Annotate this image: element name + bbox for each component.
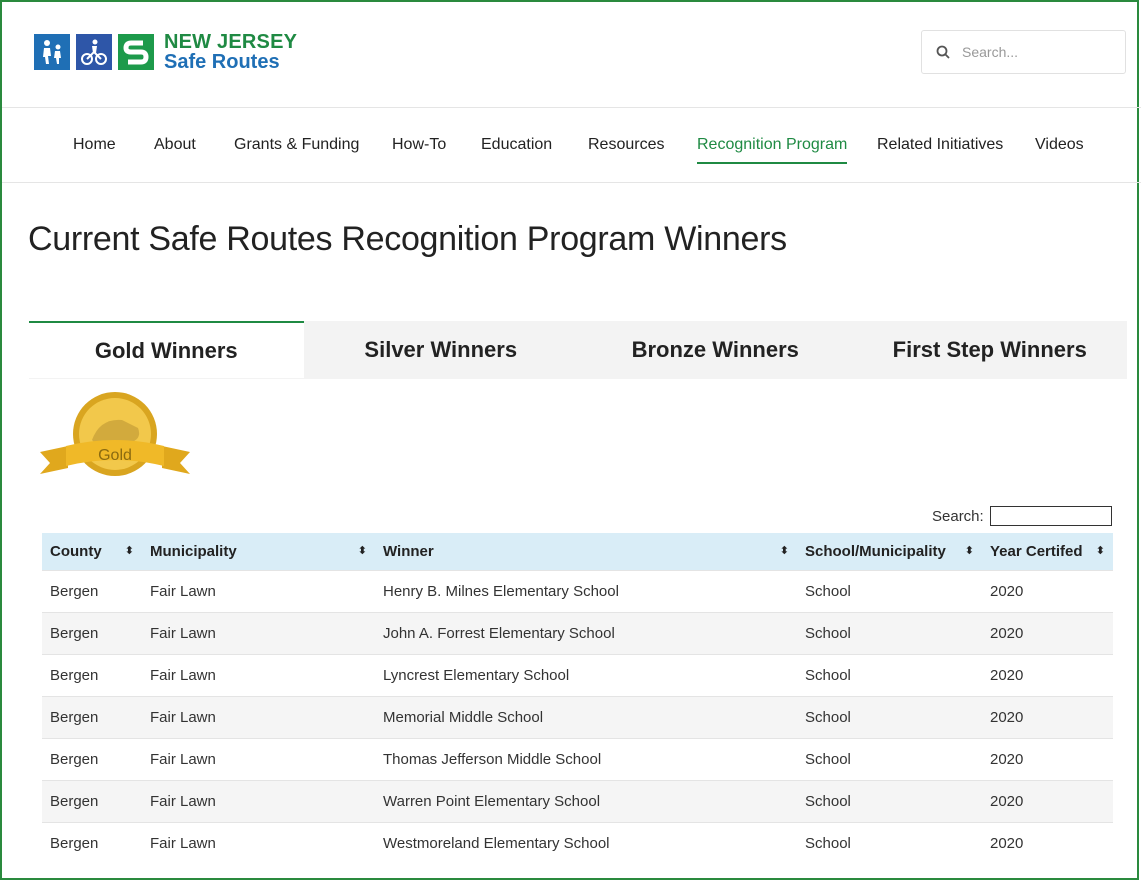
sort-icon: ⬍: [1095, 545, 1105, 557]
sort-icon: ⬍: [964, 545, 974, 557]
table-cell: Bergen: [42, 654, 142, 697]
page-title: Current Safe Routes Recognition Program …: [28, 220, 787, 258]
site-search[interactable]: [921, 30, 1126, 74]
table-cell: Henry B. Milnes Elementary School: [375, 570, 797, 613]
gold-medal-badge: Gold: [40, 390, 190, 490]
table-cell: Bergen: [42, 738, 142, 781]
sort-icon: ⬍: [357, 545, 367, 557]
table-cell: 2020: [982, 654, 1113, 697]
winner-tabs: Gold Winners Silver Winners Bronze Winne…: [29, 321, 1127, 379]
nav-education[interactable]: Education: [481, 136, 552, 154]
nav-recognition-program[interactable]: Recognition Program: [697, 136, 848, 164]
tab-bronze-winners[interactable]: Bronze Winners: [578, 321, 853, 379]
col-year-certified[interactable]: Year Certifed ⬍: [982, 533, 1113, 571]
table-row: Bergen Fair Lawn Memorial Middle School Sch…: [42, 696, 1113, 739]
table-search: Search:: [932, 506, 1112, 526]
table-cell: School: [797, 570, 982, 613]
table-cell: 2020: [982, 570, 1113, 613]
table-cell: Fair Lawn: [142, 738, 375, 781]
table-row: Bergen Fair Lawn Henry B. Milnes Elementar…: [42, 570, 1113, 613]
table-cell: Fair Lawn: [142, 570, 375, 613]
winners-table: County ⬍ Municipality ⬍ Winner ⬍ School/Mun…: [42, 533, 1113, 864]
table-cell: 2020: [982, 780, 1113, 823]
table-cell: Fair Lawn: [142, 654, 375, 697]
table-row: Bergen Fair Lawn Lyncrest Elementary Schoo…: [42, 654, 1113, 697]
table-header-row: County ⬍ Municipality ⬍ Winner ⬍ School/Mun…: [42, 533, 1113, 571]
safe-routes-s-icon: [118, 34, 154, 70]
main-nav: Home About Grants & Funding How-To Educa…: [2, 108, 1141, 183]
table-cell: 2020: [982, 612, 1113, 655]
col-school-municipality[interactable]: School/Municipality ⬍: [797, 533, 982, 571]
table-cell: Fair Lawn: [142, 612, 375, 655]
brand-line-1: NEW JERSEY: [164, 31, 298, 53]
table-row: Bergen Fair Lawn Thomas Jefferson Middle S…: [42, 738, 1113, 781]
table-search-label: Search:: [932, 507, 984, 525]
medal-label: Gold: [98, 447, 132, 464]
tab-first-step-winners[interactable]: First Step Winners: [852, 321, 1127, 379]
table-cell: Bergen: [42, 570, 142, 613]
table-cell: Lyncrest Elementary School: [375, 654, 797, 697]
table-cell: School: [797, 612, 982, 655]
table-cell: Thomas Jefferson Middle School: [375, 738, 797, 781]
col-municipality[interactable]: Municipality ⬍: [142, 533, 375, 571]
page-frame: NEW JERSEY Safe Routes Home About Grants…: [0, 0, 1141, 880]
table-cell: School: [797, 738, 982, 781]
nav-how-to[interactable]: How-To: [392, 136, 446, 154]
pedestrian-icon: [34, 34, 70, 70]
col-county[interactable]: County ⬍: [42, 533, 142, 571]
table-cell: School: [797, 696, 982, 739]
nav-grants-funding[interactable]: Grants & Funding: [234, 136, 359, 154]
site-header: NEW JERSEY Safe Routes: [2, 2, 1141, 108]
table-cell: Bergen: [42, 822, 142, 864]
table-cell: School: [797, 654, 982, 697]
table-cell: Fair Lawn: [142, 822, 375, 864]
tab-silver-winners[interactable]: Silver Winners: [303, 321, 578, 379]
table-cell: Warren Point Elementary School: [375, 780, 797, 823]
nav-about[interactable]: About: [154, 136, 196, 154]
search-icon: [936, 45, 950, 59]
table-cell: John A. Forrest Elementary School: [375, 612, 797, 655]
table-cell: 2020: [982, 696, 1113, 739]
nav-related-initiatives[interactable]: Related Initiatives: [877, 136, 1003, 154]
table-cell: Bergen: [42, 696, 142, 739]
table-cell: School: [797, 822, 982, 864]
brand-line-2: Safe Routes: [164, 51, 280, 73]
tab-gold-winners[interactable]: Gold Winners: [29, 321, 304, 379]
table-cell: Fair Lawn: [142, 696, 375, 739]
sort-icon: ⬍: [124, 545, 134, 557]
bicycle-icon: [76, 34, 112, 70]
nav-resources[interactable]: Resources: [588, 136, 664, 154]
table-cell: Fair Lawn: [142, 780, 375, 823]
brand-text: NEW JERSEY Safe Routes: [164, 32, 297, 72]
table-cell: 2020: [982, 822, 1113, 864]
table-cell: Westmoreland Elementary School: [375, 822, 797, 864]
nav-videos[interactable]: Videos: [1035, 136, 1084, 154]
table-row: Bergen Fair Lawn Warren Point Elementary S…: [42, 780, 1113, 823]
table-cell: Memorial Middle School: [375, 696, 797, 739]
search-input[interactable]: [960, 43, 1114, 61]
col-winner[interactable]: Winner ⬍: [375, 533, 797, 571]
table-row: Bergen Fair Lawn Westmoreland Elementary S…: [42, 822, 1113, 864]
table-cell: Bergen: [42, 612, 142, 655]
table-cell: Bergen: [42, 780, 142, 823]
table-row: Bergen Fair Lawn John A. Forrest Elementar…: [42, 612, 1113, 655]
table-cell: School: [797, 780, 982, 823]
table-cell: 2020: [982, 738, 1113, 781]
table-search-input[interactable]: [989, 506, 1112, 526]
sort-icon: ⬍: [779, 545, 789, 557]
site-logo[interactable]: NEW JERSEY Safe Routes: [34, 30, 297, 74]
nav-home[interactable]: Home: [73, 136, 116, 154]
